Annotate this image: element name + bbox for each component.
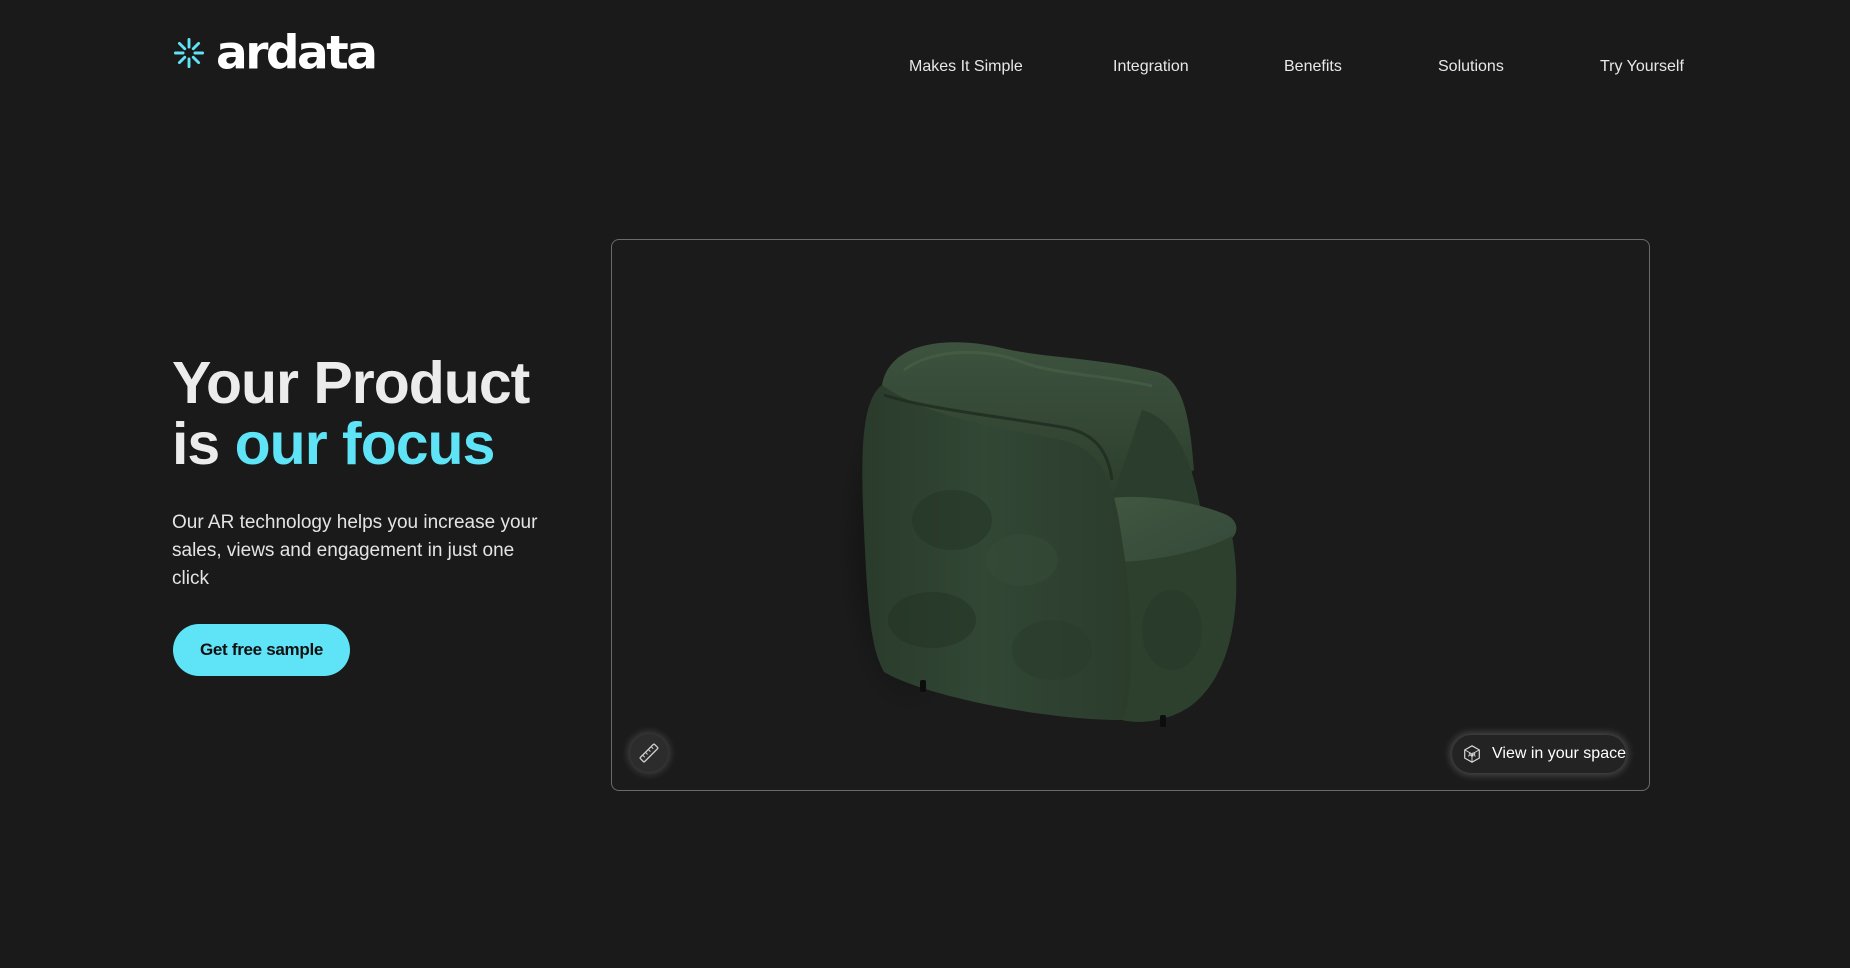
ar-button-label: View in your space <box>1492 745 1626 762</box>
get-free-sample-button[interactable]: Get free sample <box>173 624 350 676</box>
main-nav: Makes It Simple Integration Benefits Sol… <box>0 57 1850 77</box>
nav-link-benefits[interactable]: Benefits <box>1284 57 1342 77</box>
svg-text:AR: AR <box>1468 753 1476 759</box>
hero-title-line2: is our focus <box>172 414 529 475</box>
hero-subtitle: Our AR technology helps you increase you… <box>172 512 538 589</box>
armchair-model[interactable] <box>812 300 1252 740</box>
nav-link-try-yourself[interactable]: Try Yourself <box>1600 57 1684 77</box>
view-in-your-space-button[interactable]: AR View in your space <box>1452 735 1626 773</box>
nav-link-makes-it-simple[interactable]: Makes It Simple <box>909 57 1023 77</box>
nav-link-solutions[interactable]: Solutions <box>1438 57 1504 77</box>
ruler-icon <box>639 743 659 763</box>
measure-button[interactable] <box>630 734 668 772</box>
hero-title-accent: our focus <box>234 411 496 477</box>
hero-title-line1: Your Product <box>172 350 530 416</box>
hero-title-prefix: is <box>172 411 235 477</box>
product-3d-viewer[interactable]: AR View in your space <box>611 239 1650 791</box>
ar-cube-icon: AR <box>1464 745 1480 763</box>
hero-title: Your Product is our focus <box>172 350 530 475</box>
nav-link-integration[interactable]: Integration <box>1113 57 1189 77</box>
